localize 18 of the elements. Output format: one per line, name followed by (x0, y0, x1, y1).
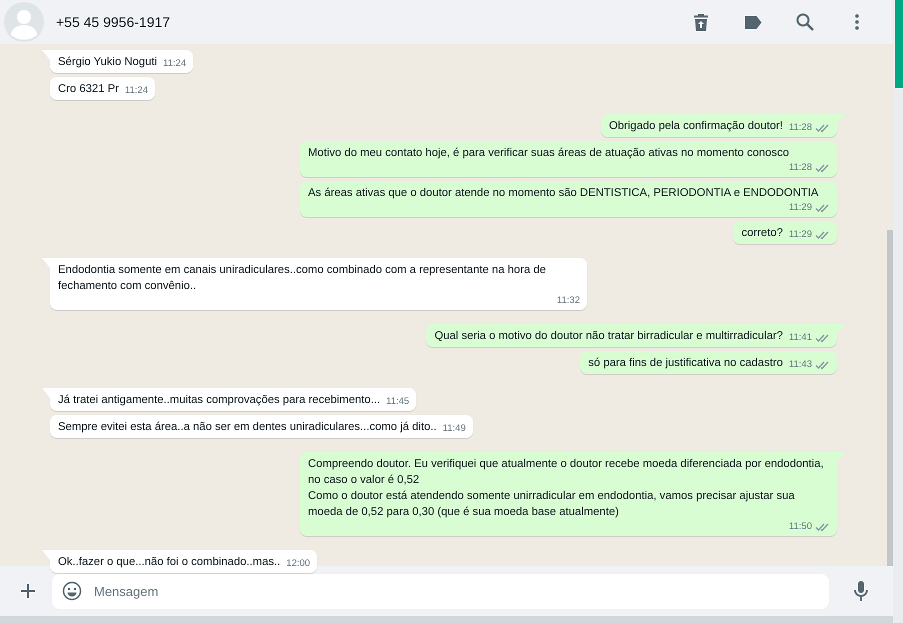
message-field[interactable]: Mensagem (52, 574, 829, 608)
scrollbar-thumb[interactable] (895, 0, 903, 88)
received-message: Ok..fazer o que...não foi o combinado..mas.. 12:00 (50, 550, 318, 573)
scrollbar-thumb[interactable] (887, 230, 893, 566)
sent-message: Qual seria o motivo do doutor não tratar birradicular e multirradicular? 11:41 (426, 324, 837, 347)
sent-message: As áreas ativas que o doutor atende no momento são DENTISTICA, PERIODONTIA e ENDODONTIA 11:29 (300, 181, 837, 217)
received-message: Já tratei antigamente..muitas comprovações para recebimento... 11:45 (50, 388, 416, 411)
received-message: Sempre evitei esta área..a não ser em dentes uniradiculares...como já dito.. 11:49 (50, 415, 473, 438)
sent-message: correto? 11:29 (733, 221, 837, 244)
received-message: Cro 6321 Pr 11:24 (50, 77, 155, 100)
emoji-icon[interactable] (62, 581, 82, 601)
sent-message: Motivo do meu contato hoje, é para verificar suas áreas de atuação ativas no momento conosco 11:28 (300, 141, 837, 177)
sent-message: Obrigado pela confirmação doutor! 11:28 (600, 114, 837, 137)
contact-name[interactable]: +55 45 9956-1917 (56, 14, 669, 30)
sent-message: só para fins de justificativa no cadastro 11:43 (580, 351, 837, 374)
received-message: Endodontia somente em canais uniradiculares..como combinado com a representante na hora de fechamento com convênio.. 11:32 (50, 258, 587, 310)
received-message: Sérgio Yukio Noguti 11:24 (50, 50, 194, 73)
sent-message: Compreendo doutor. Eu verifiquei que atualmente o doutor recebe moeda diferenciada por endodontia, no caso o valor é 0,52 Como o doutor está atendendo somente unirradicular em endodontia, vamos precisar ajustar sua moeda de 0,52 para 0,30 (que é sua moeda base atualmente) 11:50 (300, 452, 837, 536)
